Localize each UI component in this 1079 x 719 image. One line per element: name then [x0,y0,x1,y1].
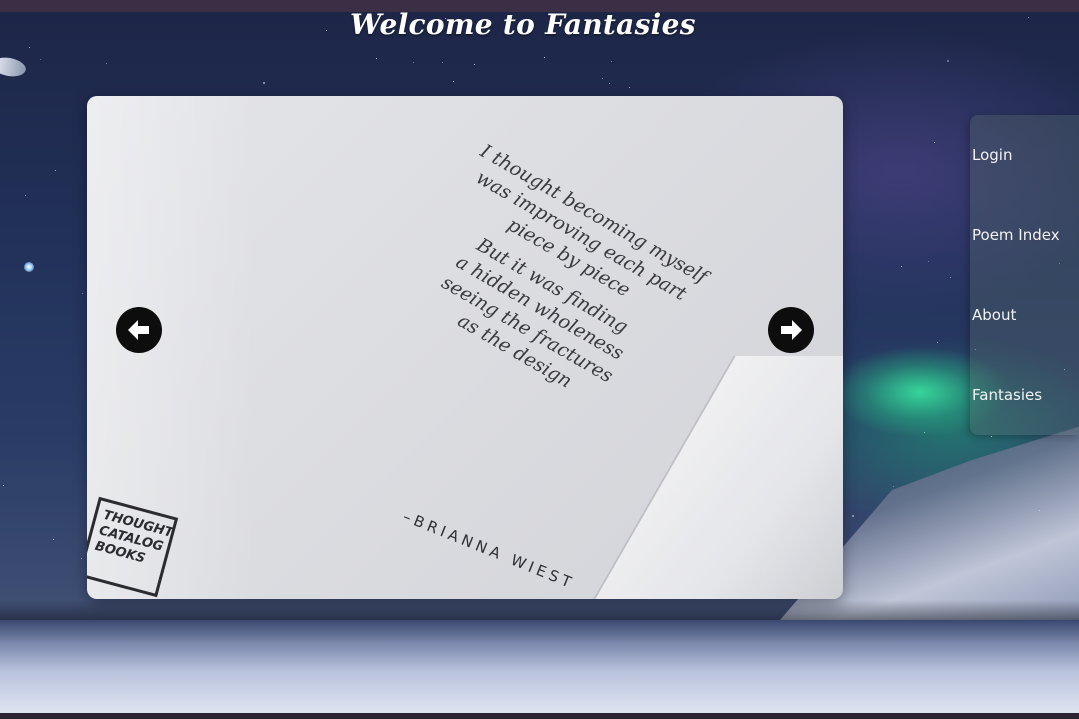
star [950,277,951,278]
star [326,30,327,31]
star [937,342,938,343]
star [82,293,83,294]
star [106,63,107,64]
nav-item-fantasies[interactable]: Fantasies [970,355,1079,435]
star [3,485,4,486]
poem-text: I thought becoming myself was improving … [383,134,721,439]
star [924,432,925,433]
star [609,83,610,84]
poem-author: –BRIANNA WIEST [400,507,578,593]
star [55,170,56,171]
star [901,266,902,267]
star [25,195,26,196]
star [602,78,603,79]
star [442,62,443,63]
star [453,81,454,82]
bottom-bar [0,713,1079,719]
page-title: Welcome to Fantasies [350,8,696,41]
nav-item-poem-index[interactable]: Poem Index [970,195,1079,275]
star [53,539,54,540]
nav-item-login[interactable]: Login [970,115,1079,195]
star [544,57,545,58]
image-slider: I thought becoming myself was improving … [87,96,843,599]
star [629,87,630,88]
star [611,61,612,62]
arrow-left-circle-icon [128,320,149,340]
star [81,558,82,559]
star [928,261,929,262]
star [1028,17,1029,18]
page: Welcome to Fantasies I thought becoming … [0,0,1079,719]
background-snowfield [0,620,1079,713]
star [893,486,894,487]
star [413,62,414,63]
arrow-right-circle-icon [781,320,802,340]
star [263,82,265,84]
star [474,64,475,65]
star [376,58,377,59]
star [29,47,30,48]
star [991,436,992,437]
next-slide-button[interactable] [768,307,814,353]
star [1039,510,1040,511]
previous-slide-button[interactable] [116,307,162,353]
side-navigation: Login Poem Index About Fantasies [970,115,1079,435]
bright-star [24,262,34,272]
star [934,142,935,143]
nav-item-about[interactable]: About [970,275,1079,355]
star [40,59,41,60]
slide-image: I thought becoming myself was improving … [87,96,843,599]
star [947,60,949,62]
star [852,515,854,517]
